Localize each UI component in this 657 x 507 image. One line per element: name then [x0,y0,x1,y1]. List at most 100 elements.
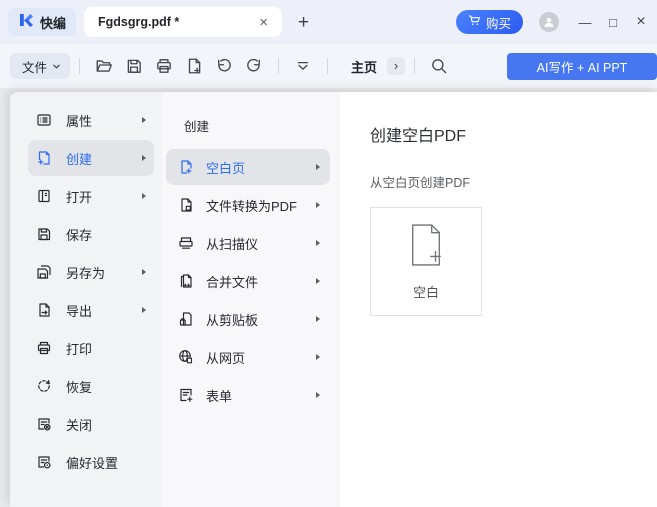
folder-open-icon [95,57,113,75]
submenu-header: 创建 [184,116,340,135]
file-menu-item-save-as[interactable]: 另存为 [28,254,154,290]
document-tab[interactable]: Fgdsgrg.pdf * × [84,7,282,37]
submenu-item-label: 文件转换为PDF [206,196,297,215]
open-file-button[interactable] [90,52,118,80]
file-menu-item-print[interactable]: 打印 [28,330,154,366]
file-menu-item-export[interactable]: 导出 [28,292,154,328]
new-tab-button[interactable]: + [292,11,315,34]
file-menu-item-open[interactable]: 打开 [28,178,154,214]
tab-close-icon[interactable]: × [255,13,272,32]
blank-document-icon [407,223,445,272]
panel-title: 创建空白PDF [370,122,657,146]
collapse-chevron-icon [294,57,312,75]
submenu-item-file-to-pdf[interactable]: 文件转换为PDF [166,187,330,223]
menu-item-label: 打印 [66,339,92,358]
ai-writer-button[interactable]: AI写作 + AI PPT [507,53,657,80]
merge-files-icon [178,273,194,289]
user-avatar[interactable] [539,12,559,32]
create-blank-pdf-panel: 创建空白PDF 从空白页创建PDF 空白 [340,92,657,507]
minimize-button[interactable]: — [571,7,599,37]
toolbar-separator [327,58,328,74]
submenu-arrow-icon [142,155,146,161]
submenu-item-blank-page[interactable]: 空白页 [166,149,330,185]
restore-icon [36,378,52,394]
menu-item-label: 另存为 [66,263,105,282]
submenu-item-from-scanner[interactable]: 从扫描仪 [166,225,330,261]
menu-item-label: 保存 [66,225,92,244]
clipboard-icon [178,311,194,327]
create-icon [36,150,52,166]
file-menu-item-save[interactable]: 保存 [28,216,154,252]
app-logo[interactable]: 快编 [8,8,76,36]
app-logo-icon [18,12,34,33]
submenu-arrow-icon [142,269,146,275]
file-menu-button[interactable]: 文件 [10,53,70,79]
toolbar-separator [278,58,279,74]
submenu-item-label: 合并文件 [206,272,258,291]
toolbar-separator [79,58,80,74]
cart-icon [468,14,481,30]
search-icon [430,57,448,75]
submenu-item-from-web[interactable]: 从网页 [166,339,330,375]
search-button[interactable] [425,52,453,80]
submenu-item-label: 表单 [206,386,232,405]
submenu-item-label: 空白页 [206,158,245,177]
form-icon [178,387,194,403]
file-menu-item-properties[interactable]: 属性 [28,102,154,138]
web-page-icon [178,349,194,365]
menu-item-label: 属性 [66,111,92,130]
submenu-arrow-icon [142,117,146,123]
print-button[interactable] [150,52,178,80]
submenu-item-label: 从网页 [206,348,245,367]
window-close-button[interactable]: × [627,7,655,37]
new-page-button[interactable] [180,52,208,80]
submenu-arrow-icon [316,164,320,170]
file-menu-item-close[interactable]: 关闭 [28,406,154,442]
app-name: 快编 [40,13,66,32]
open-icon [36,188,52,204]
file-menu-item-restore[interactable]: 恢复 [28,368,154,404]
file-menu-label: 文件 [22,57,47,76]
maximize-button[interactable]: □ [599,7,627,37]
buy-button[interactable]: 购买 [456,10,523,34]
app-window: 快编 Fgdsgrg.pdf * × + 购买 — □ [0,0,657,507]
submenu-item-from-clipboard[interactable]: 从剪贴板 [166,301,330,337]
collapse-toolbar-button[interactable] [289,52,317,80]
menu-item-label: 创建 [66,149,92,168]
scanner-icon [178,235,194,251]
submenu-item-label: 从扫描仪 [206,234,258,253]
print-icon [36,340,52,356]
blank-card-label: 空白 [413,282,439,301]
menu-item-label: 关闭 [66,415,92,434]
printer-icon [155,57,173,75]
undo-button[interactable] [210,52,238,80]
submenu-arrow-icon [316,354,320,360]
create-submenu-column: 创建 空白页 [162,92,340,507]
submenu-arrow-icon [316,392,320,398]
redo-icon [245,57,263,75]
file-to-pdf-icon [178,197,194,213]
toolbar: 文件 [0,44,657,88]
submenu-arrow-icon [316,316,320,322]
blank-pdf-card[interactable]: 空白 [370,207,482,316]
submenu-item-form[interactable]: 表单 [166,377,330,413]
tab-title: Fgdsgrg.pdf * [98,15,179,29]
submenu-item-merge-files[interactable]: 合并文件 [166,263,330,299]
chevron-down-icon [52,62,61,71]
save-icon [125,57,143,75]
export-icon [36,302,52,318]
submenu-item-label: 从剪贴板 [206,310,258,329]
submenu-arrow-icon [316,202,320,208]
preferences-icon [36,454,52,470]
save-button[interactable] [120,52,148,80]
home-expand-button[interactable]: › [387,57,405,75]
titlebar: 快编 Fgdsgrg.pdf * × + 购买 — □ [0,0,657,44]
menu-item-label: 打开 [66,187,92,206]
close-document-icon [36,416,52,432]
panel-subtitle: 从空白页创建PDF [370,172,657,191]
redo-button[interactable] [240,52,268,80]
file-menu-item-preferences[interactable]: 偏好设置 [28,444,154,480]
submenu-arrow-icon [316,240,320,246]
file-menu-item-create[interactable]: 创建 [28,140,154,176]
home-tab-label[interactable]: 主页 [351,57,377,76]
